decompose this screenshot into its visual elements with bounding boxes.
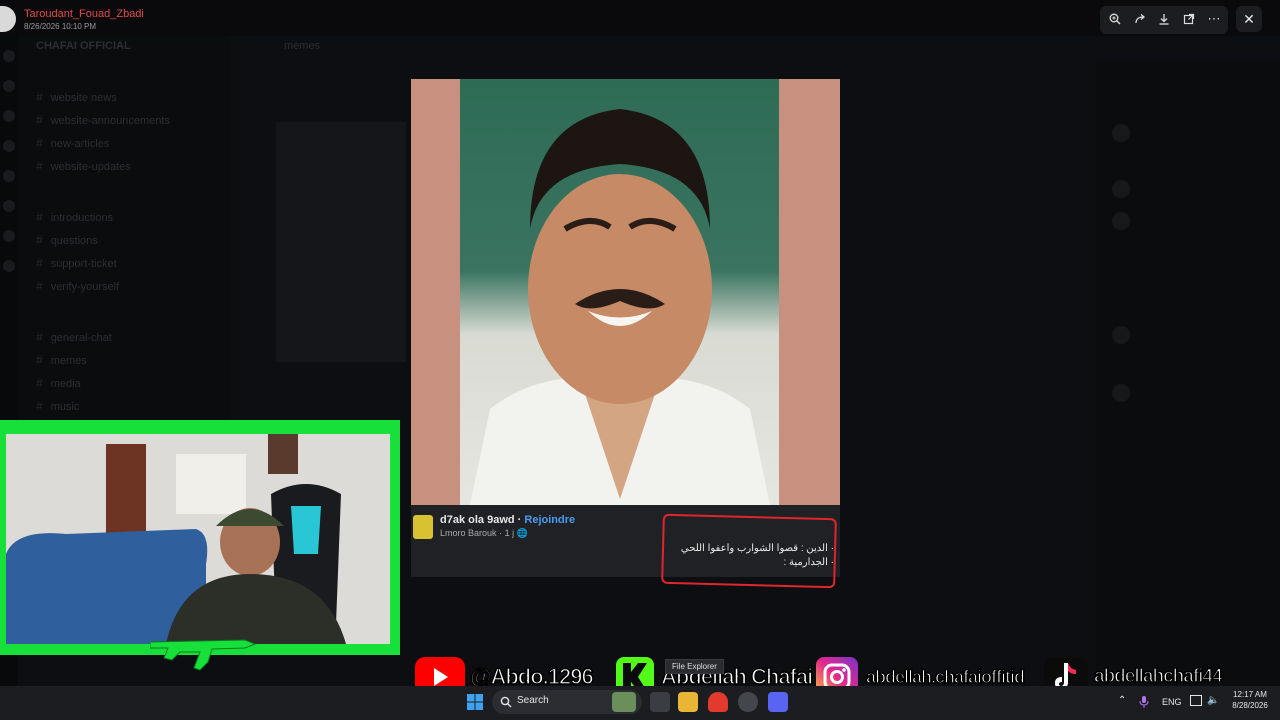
channel-item[interactable]: # new-articles: [36, 136, 109, 152]
avatar[interactable]: [1112, 124, 1130, 142]
widgets-icon[interactable]: [612, 692, 636, 712]
channel-label: website news: [50, 92, 117, 104]
post-author[interactable]: Lmoro Barouk: [440, 528, 497, 538]
task-view-icon[interactable]: [650, 692, 670, 712]
volume-icon[interactable]: 🔈: [1207, 695, 1219, 706]
avatar[interactable]: [1112, 384, 1130, 402]
page-name[interactable]: d7ak ola 9awd: [440, 514, 515, 526]
message-image: [276, 122, 406, 362]
server-icon[interactable]: [3, 200, 15, 212]
brave-browser-icon[interactable]: [708, 692, 728, 712]
channel-label: questions: [50, 235, 98, 247]
avatar[interactable]: [1112, 180, 1130, 198]
post-meta: Lmoro Barouk · 1 j 🌐: [440, 528, 528, 539]
uploader-name[interactable]: Taroudant_Fouad_Zbadi: [24, 8, 144, 20]
avatar[interactable]: [1112, 212, 1130, 230]
language-indicator[interactable]: ENG: [1162, 697, 1182, 707]
channel-item[interactable]: # memes: [36, 353, 87, 369]
rifle-logo-icon: [149, 632, 260, 672]
channel-item[interactable]: # media: [36, 376, 81, 392]
channel-label: general-chat: [50, 332, 112, 344]
server-name[interactable]: CHAFAI OFFICIAL: [36, 40, 131, 52]
globe-icon: 🌐: [516, 528, 528, 538]
portrait-photo: [460, 79, 779, 505]
server-icon[interactable]: [3, 170, 15, 182]
tiktok-handle: abdellahchafi44: [1093, 665, 1223, 688]
file-explorer-icon[interactable]: [678, 692, 698, 712]
tooltip: File Explorer: [665, 659, 724, 674]
close-icon[interactable]: ✕: [1236, 6, 1262, 32]
post-age: 1 j: [504, 528, 515, 538]
channel-label: media: [50, 378, 81, 390]
join-link[interactable]: Rejoindre: [524, 514, 575, 526]
viewer-topbar: [0, 0, 1280, 36]
zoom-in-icon[interactable]: [1104, 8, 1126, 30]
discord-icon[interactable]: [768, 692, 788, 712]
instagram-handle: abdellah.chafaioffitid: [865, 666, 1026, 688]
channel-item[interactable]: # support-ticket: [36, 256, 117, 272]
channel-item[interactable]: # general-chat: [36, 330, 112, 346]
forward-icon[interactable]: [1129, 8, 1151, 30]
avatar[interactable]: [1112, 326, 1130, 344]
post-image[interactable]: [411, 79, 840, 505]
microphone-icon[interactable]: [1139, 695, 1149, 708]
post-page-line: d7ak ola 9awd · Rejoindre: [440, 514, 575, 526]
more-icon[interactable]: ⋯: [1203, 8, 1225, 30]
channel-label: website-updates: [50, 161, 131, 173]
clock-date: 8/28/2026: [1232, 701, 1268, 710]
channel-label: website-announcements: [50, 115, 170, 127]
upload-timestamp: 8/26/2026 10:10 PM: [24, 22, 97, 31]
download-icon[interactable]: [1153, 8, 1175, 30]
channel-label: new-articles: [50, 138, 110, 150]
windows-start-icon[interactable]: [466, 693, 484, 711]
media-viewer: [411, 79, 840, 577]
server-icon[interactable]: [3, 260, 15, 272]
channel-item[interactable]: # questions: [36, 233, 98, 249]
network-icon[interactable]: [1190, 695, 1202, 706]
open-external-icon[interactable]: [1178, 8, 1200, 30]
separator: ·: [499, 528, 503, 538]
server-icon[interactable]: [3, 80, 15, 92]
search-icon: [500, 695, 512, 708]
page-avatar[interactable]: [413, 515, 433, 539]
clock[interactable]: 12:17 AM 8/28/2026: [1228, 690, 1272, 710]
channel-item[interactable]: # introductions: [36, 210, 113, 226]
channel-label: memes: [50, 355, 87, 367]
server-icon[interactable]: [3, 230, 15, 242]
channel-item[interactable]: # verify-yourself: [36, 279, 119, 295]
channel-label: music: [50, 401, 80, 413]
channel-label: support-ticket: [50, 258, 117, 270]
member-list: [1096, 60, 1280, 686]
channel-item[interactable]: # website-announcements: [36, 113, 170, 129]
channel-header: memes: [284, 40, 321, 52]
chevron-up-icon[interactable]: ⌃: [1118, 695, 1126, 706]
search-placeholder: Search: [517, 695, 549, 706]
channel-item[interactable]: # music: [36, 399, 79, 415]
server-icon[interactable]: [3, 110, 15, 122]
clock-time: 12:17 AM: [1233, 690, 1267, 699]
server-icon[interactable]: [3, 140, 15, 152]
channel-item[interactable]: # website news: [36, 90, 117, 106]
server-icon[interactable]: [3, 50, 15, 62]
separator: ·: [517, 514, 522, 526]
channel-label: verify-yourself: [50, 281, 120, 293]
chrome-icon[interactable]: [738, 692, 758, 712]
channel-item[interactable]: # website-updates: [36, 159, 131, 175]
channel-label: introductions: [50, 212, 114, 224]
highlight-box: [661, 513, 837, 589]
webcam-feed: [6, 434, 390, 644]
